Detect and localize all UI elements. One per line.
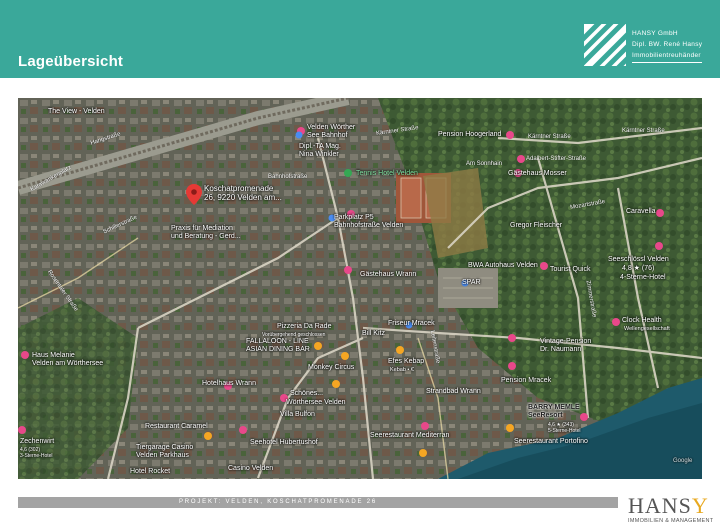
label-the-view[interactable]: The View - Velden xyxy=(48,108,105,116)
label-pension-mracek[interactable]: Pension Mracek xyxy=(501,377,551,385)
map-copyright: Google xyxy=(673,458,693,464)
label-haus-melanie[interactable]: Haus Melanie Velden am Wörthersee xyxy=(32,352,103,368)
label-tourist-quick[interactable]: Tourist Quick xyxy=(550,266,590,274)
label-efes-kebap[interactable]: Efes Kebap xyxy=(388,358,424,366)
map-background xyxy=(18,98,702,479)
street-kaerntner-2: Kärntner Straße xyxy=(528,134,571,140)
label-gregor-fleischer[interactable]: Gregor Fleischer xyxy=(510,222,562,230)
footer-logo: HANSY IMMOBILIEN & MANAGEMENT xyxy=(628,495,720,530)
label-zechenwirt-sub: 4,6 (302) 3-Sterne-Hotel xyxy=(20,447,53,459)
label-seerestaurant-portofino[interactable]: Seerestaurant Portofino xyxy=(514,438,588,446)
label-velden-bahnhof[interactable]: Velden Wörther See Bahnhof xyxy=(307,124,355,140)
hansy-stripes-logo-icon xyxy=(584,24,626,66)
label-friseur[interactable]: Friseur Mracek xyxy=(388,320,435,328)
label-gaestehaus-wrann[interactable]: Gästehaus Wrann xyxy=(360,271,416,279)
page-title: Lageübersicht xyxy=(18,53,124,70)
label-barry-sub: 4,6 ★ (343) 5-Sterne-Hotel xyxy=(548,422,581,434)
street-adalbert: Adalbert-Stifter-Straße xyxy=(526,156,587,162)
label-bwa-autohaus[interactable]: BWA Autohaus Velden xyxy=(468,262,538,270)
label-seeschloessl-type: 4-Sterne-Hotel xyxy=(620,274,666,281)
label-pizzeria[interactable]: Pizzeria Da Rade xyxy=(277,323,331,331)
label-hotelhaus-wrann[interactable]: Hotelhaus Wrann xyxy=(202,380,256,388)
label-mediation[interactable]: Praxis für Mediation und Beratung - Gerd.… xyxy=(171,225,241,241)
label-barry-memle[interactable]: BARRY MEMLE SeeResort xyxy=(528,404,580,420)
header-banner: Lageübersicht HANSY GmbH Dipl. BW. René … xyxy=(0,0,720,78)
label-schoenes[interactable]: Schönes... xyxy=(290,390,323,398)
street-bahnhofstrasse: Bahnhofstraße xyxy=(268,174,308,180)
label-clock-health[interactable]: Clock Health xyxy=(622,317,662,325)
company-name: HANSY GmbH xyxy=(632,30,678,37)
label-casino-velden[interactable]: Casino Velden xyxy=(228,465,273,473)
label-bill-kitz[interactable]: Bill Kitz xyxy=(362,330,385,338)
street-kaerntner-3: Kärntner Straße xyxy=(622,128,665,134)
label-vintage-pension[interactable]: Vintage-Pension Dr. Naumann xyxy=(540,338,591,354)
footer-project-text: PROJEKT: VELDEN, KOSCHATPROMENADE 26 xyxy=(178,499,378,505)
satellite-map[interactable]: Koschatpromenade 26, 9220 Velden am... Ve… xyxy=(18,98,702,479)
label-parkplatz[interactable]: Parkplatz P5 Bahnhofstraße Velden xyxy=(334,214,403,230)
footer-logo-main: HANS xyxy=(628,493,692,518)
company-role: Immobilientreuhänder xyxy=(632,52,701,59)
company-info: HANSY GmbH Dipl. BW. René Hansy Immobili… xyxy=(632,28,702,61)
label-strandbad[interactable]: Strandbad Wrann xyxy=(426,388,481,396)
label-woerthersee-velden[interactable]: Wörthersee Velden xyxy=(286,399,346,407)
label-dipl-ta-mag[interactable]: Dipl.-TA Mag. Nina Winkler xyxy=(299,143,341,159)
footer-bar: PROJEKT: VELDEN, KOSCHATPROMENADE 26 xyxy=(18,497,618,508)
label-seehotel-hubertushof[interactable]: Seehotel Hubertushof xyxy=(250,439,318,447)
label-gaestehaus-mosser[interactable]: Gästehaus Mosser xyxy=(508,170,567,178)
footer-logo-wordmark: HANSY xyxy=(628,495,720,517)
label-fallalo[interactable]: FALLALOON - LINE ASIAN DINING BAR xyxy=(246,338,310,354)
label-seeschloessl-rating: 4,8 ★ (76) xyxy=(622,265,655,272)
label-villa-bulfon[interactable]: Villa Bulfon xyxy=(280,411,315,419)
footer-logo-accent: Y xyxy=(691,493,709,518)
label-hotel-rocket[interactable]: Hotel Rocket xyxy=(130,468,170,476)
company-owner: Dipl. BW. René Hansy xyxy=(632,41,703,48)
label-seeschloessl[interactable]: Seeschlössl Velden xyxy=(608,256,669,264)
label-spar[interactable]: SPAR xyxy=(462,279,481,287)
label-efes-sub: Kebab • € xyxy=(390,367,414,373)
main-marker-label[interactable]: Koschatpromenade 26, 9220 Velden am... xyxy=(204,184,282,202)
label-zechenwirt[interactable]: Zechenwirt xyxy=(20,438,54,446)
company-divider xyxy=(632,62,702,63)
label-caravella[interactable]: Caravella xyxy=(626,208,656,216)
label-tennis-hotel[interactable]: Tennis Hotel Velden xyxy=(356,170,418,178)
label-pension-hoogerland[interactable]: Pension Hoogerland xyxy=(438,131,501,139)
label-seerestaurant-mediterran[interactable]: Seerestaurant Mediterran xyxy=(370,432,449,440)
label-restaurant-caramel[interactable]: Restaurant Caramel xyxy=(145,423,208,431)
label-tiergarage[interactable]: Tiergarage Casino Velden Parkhaus xyxy=(136,444,193,460)
label-monkey-circus[interactable]: Monkey Circus xyxy=(308,364,354,372)
label-clock-sub: Wellengesellschaft xyxy=(624,326,670,332)
street-am-sonnhain: Am Sonnhain xyxy=(466,161,503,167)
footer-logo-sub: IMMOBILIEN & MANAGEMENT xyxy=(628,518,714,524)
